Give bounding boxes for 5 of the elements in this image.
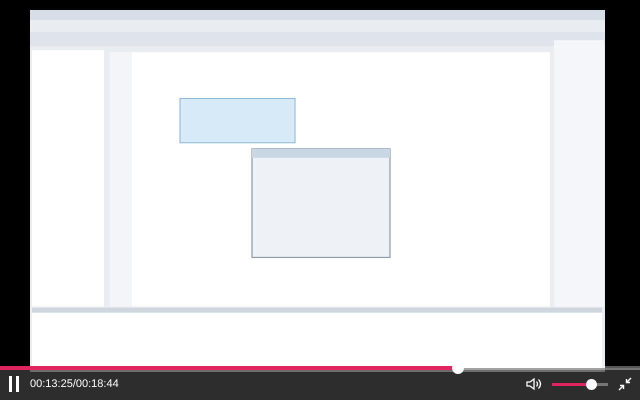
pause-icon[interactable] [8, 376, 20, 392]
volume-handle[interactable] [586, 378, 598, 390]
volume-icon[interactable] [526, 377, 542, 391]
time-display: 00:13:25/00:18:44 [30, 376, 119, 392]
exit-fullscreen-icon[interactable] [618, 377, 632, 391]
